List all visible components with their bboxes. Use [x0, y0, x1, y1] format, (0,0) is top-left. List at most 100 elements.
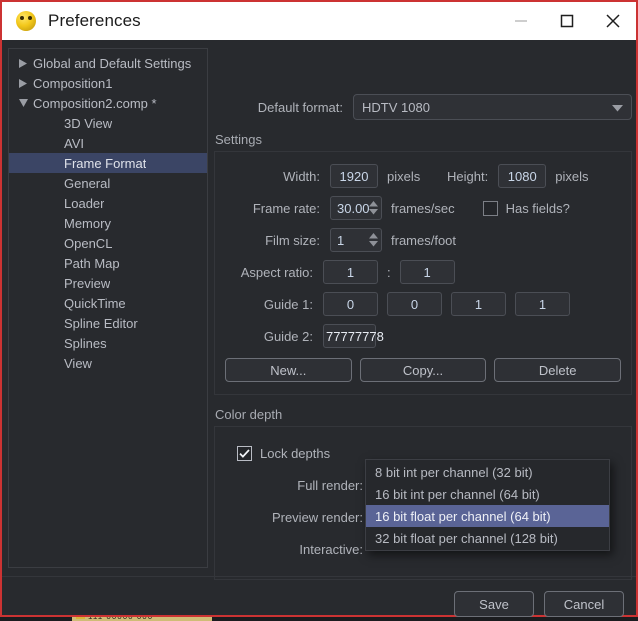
- sidebar-item-general[interactable]: General: [9, 173, 207, 193]
- frame-rate-label: Frame rate:: [252, 200, 320, 216]
- sidebar-item-global-and-default-settings[interactable]: Global and Default Settings: [9, 53, 207, 73]
- chevron-down-icon: [369, 209, 378, 215]
- triangle-right-icon[interactable]: [13, 58, 33, 68]
- settings-group: Settings Width: 1920 pixels Height: 1080…: [214, 132, 632, 395]
- sidebar-item-opencl[interactable]: OpenCL: [9, 233, 207, 253]
- color-depth-group-title: Color depth: [215, 407, 283, 422]
- triangle-down-icon: [18, 99, 28, 107]
- dropdown-option[interactable]: 16 bit int per channel (64 bit): [366, 483, 609, 505]
- sidebar-item-label: Composition2.comp *: [33, 95, 157, 111]
- guide1-input-0[interactable]: 0: [323, 292, 378, 316]
- window-title: Preferences: [48, 11, 141, 30]
- sidebar-item-path-map[interactable]: Path Map: [9, 253, 207, 273]
- guide2-label: Guide 2:: [263, 328, 313, 344]
- save-button[interactable]: Save: [454, 591, 534, 617]
- sidebar-item-view[interactable]: View: [9, 353, 207, 373]
- sidebar-item-label: Splines: [64, 335, 107, 351]
- color-depth-dropdown-popup[interactable]: 8 bit int per channel (32 bit) 16 bit int…: [365, 459, 610, 551]
- aspect-ratio-y-input[interactable]: 1: [399, 260, 455, 284]
- dropdown-option[interactable]: 16 bit float per channel (64 bit): [366, 505, 609, 527]
- dropdown-option[interactable]: 8 bit int per channel (32 bit): [366, 461, 609, 483]
- dropdown-option[interactable]: 32 bit float per channel (128 bit): [366, 527, 609, 549]
- film-size-label: Film size:: [265, 232, 320, 248]
- sidebar-item-frame-format[interactable]: Frame Format: [9, 153, 207, 173]
- triangle-down-icon[interactable]: [13, 99, 33, 107]
- maximize-button[interactable]: [544, 1, 590, 41]
- minimize-button[interactable]: [498, 1, 544, 41]
- frame-rate-stepper[interactable]: 30.00: [330, 196, 382, 220]
- guide1-input-1[interactable]: 0: [387, 292, 442, 316]
- sidebar-item-label: OpenCL: [64, 235, 113, 251]
- lock-depths-checkbox[interactable]: [237, 445, 252, 461]
- cancel-button[interactable]: Cancel: [544, 591, 624, 617]
- dimensions-row: Width: 1920 pixels Height: 1080 pixels: [225, 164, 621, 188]
- sidebar-item-3d-view[interactable]: 3D View: [9, 113, 207, 133]
- sidebar-item-preview[interactable]: Preview: [9, 273, 207, 293]
- sidebar-item-spline-editor[interactable]: Spline Editor: [9, 313, 207, 333]
- checkmark-icon: [239, 448, 250, 458]
- dialog-body: Global and Default Settings Composition1 C…: [2, 40, 636, 617]
- guide1-label: Guide 1:: [263, 296, 313, 312]
- width-input[interactable]: 1920: [330, 164, 378, 188]
- sidebar-item-label: View: [64, 355, 92, 371]
- sidebar-item-label: Loader: [64, 195, 105, 211]
- frame-rate-unit: frames/sec: [391, 200, 455, 216]
- triangle-right-icon: [19, 78, 27, 88]
- fusion-logo-icon: [16, 11, 36, 31]
- stepper-arrows[interactable]: [369, 198, 378, 218]
- aspect-ratio-separator: :: [387, 264, 391, 280]
- sidebar-item-loader[interactable]: Loader: [9, 193, 207, 213]
- format-action-buttons: New... Copy... Delete: [225, 358, 622, 382]
- film-size-unit: frames/foot: [391, 232, 457, 248]
- chevron-up-icon: [369, 201, 378, 207]
- sidebar-item-label: Memory: [64, 215, 111, 231]
- guide2-input[interactable]: 77777778: [323, 324, 384, 348]
- sidebar-item-label: Global and Default Settings: [33, 55, 192, 71]
- sidebar-item-label: Frame Format: [64, 155, 147, 171]
- aspect-ratio-row: Aspect ratio: 1 : 1: [225, 260, 621, 284]
- film-size-row: Film size: 1 frames/foot: [225, 228, 621, 252]
- sidebar-item-label: QuickTime: [64, 295, 126, 311]
- chevron-down-icon: [612, 100, 623, 115]
- height-label: Height:: [447, 168, 489, 184]
- sidebar-item-quicktime[interactable]: QuickTime: [9, 293, 207, 313]
- sidebar-item-splines[interactable]: Splines: [9, 333, 207, 353]
- new-format-button[interactable]: New...: [225, 358, 352, 382]
- aspect-ratio-x-input[interactable]: 1: [323, 260, 378, 284]
- sidebar-item-label: Preview: [64, 275, 111, 291]
- guide1-input-2[interactable]: 1: [451, 292, 506, 316]
- width-unit: pixels: [387, 168, 421, 184]
- has-fields-label: Has fields?: [505, 200, 570, 216]
- guide2-value: 77777778: [326, 328, 384, 344]
- close-icon: [606, 14, 620, 28]
- copy-format-button[interactable]: Copy...: [359, 358, 487, 382]
- minimize-icon: [515, 20, 527, 22]
- sidebar-item-memory[interactable]: Memory: [9, 213, 207, 233]
- sidebar-item-composition1[interactable]: Composition1: [9, 73, 207, 93]
- sidebar-item-label: Spline Editor: [64, 315, 138, 331]
- stepper-arrows[interactable]: [369, 230, 378, 250]
- footer-divider: [2, 576, 636, 577]
- sidebar-item-label: 3D View: [64, 115, 113, 131]
- preferences-tree[interactable]: Global and Default Settings Composition1 C…: [8, 48, 208, 568]
- default-format-combo[interactable]: HDTV 1080: [353, 94, 632, 120]
- full-render-label: Full render:: [297, 477, 363, 493]
- triangle-right-icon: [19, 58, 27, 68]
- has-fields-checkbox[interactable]: [482, 200, 498, 216]
- guide1-input-3[interactable]: 1: [515, 292, 570, 316]
- height-input[interactable]: 1080: [498, 164, 547, 188]
- guide1-row: Guide 1: 0 0 1 1: [225, 292, 621, 316]
- default-format-row: Default format: HDTV 1080: [214, 94, 632, 120]
- triangle-right-icon[interactable]: [13, 78, 33, 88]
- close-button[interactable]: [590, 1, 636, 41]
- sidebar-item-label: Path Map: [64, 255, 120, 271]
- guide2-row: Guide 2: 77777778: [225, 324, 621, 348]
- sidebar-item-avi[interactable]: AVI: [9, 133, 207, 153]
- height-unit: pixels: [555, 168, 589, 184]
- frame-rate-row: Frame rate: 30.00 frames/sec Has fields?: [225, 196, 621, 220]
- settings-group-title: Settings: [215, 132, 262, 147]
- sidebar-item-composition2-comp[interactable]: Composition2.comp *: [9, 93, 207, 113]
- delete-format-button[interactable]: Delete: [494, 358, 622, 382]
- film-size-stepper[interactable]: 1: [330, 228, 382, 252]
- interactive-label: Interactive:: [299, 541, 363, 557]
